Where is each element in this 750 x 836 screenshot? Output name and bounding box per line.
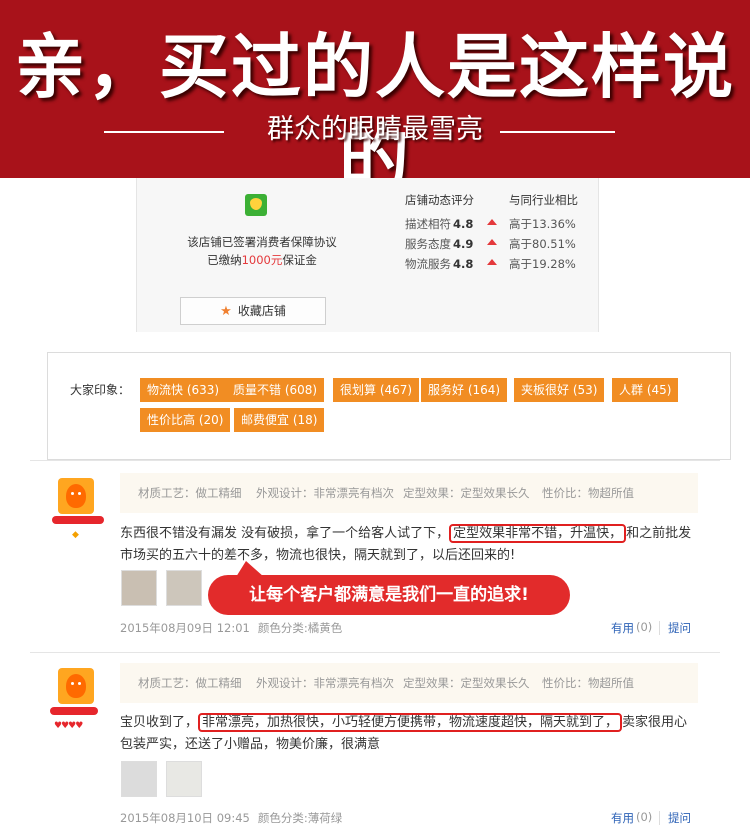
review-text-part: 东西很不错没有漏发 没有破损，拿了一个给客人试了下， bbox=[120, 526, 450, 541]
impression-tag[interactable]: 性价比高 (20) bbox=[140, 408, 231, 432]
up-arrow-icon bbox=[487, 259, 497, 265]
review-photo[interactable] bbox=[166, 761, 202, 797]
impression-tag[interactable]: 邮费便宜 (18) bbox=[234, 408, 325, 432]
level-badge-icon: ♥♥♥♥ bbox=[54, 721, 83, 731]
impression-tag[interactable]: 很划算 (467) bbox=[333, 378, 420, 402]
rating-diff: 高于19.28% bbox=[509, 257, 576, 271]
attr-value: 性价比：物超所值 bbox=[542, 486, 634, 500]
banner-subtitle: 群众的眼睛最雪亮 bbox=[267, 114, 483, 145]
deposit-amount: 1000元 bbox=[241, 253, 283, 267]
favorite-label: 收藏店铺 bbox=[237, 304, 286, 318]
avatar bbox=[58, 478, 94, 514]
favorite-shop-button[interactable]: ★ 收藏店铺 bbox=[180, 297, 326, 325]
attr-effect: 定型效果：定型效果长久 bbox=[403, 676, 530, 690]
impression-tag[interactable]: 夹板很好 (53) bbox=[514, 378, 605, 402]
consumer-protection-icon bbox=[245, 194, 267, 216]
rating-score: 4.9 bbox=[453, 237, 474, 251]
useful-count: (0) bbox=[636, 620, 653, 634]
header-banner: 亲，买过的人是这样说的 群众的眼睛最雪亮 bbox=[0, 0, 750, 198]
star-icon: ★ bbox=[220, 304, 232, 319]
impression-tag[interactable]: 服务好 (164) bbox=[421, 378, 508, 402]
attr-appearance: 外观设计：非常漂亮有档次 bbox=[256, 486, 394, 500]
review-photo[interactable] bbox=[166, 570, 202, 606]
rating-label: 描述相符 bbox=[405, 217, 451, 231]
rating-label: 物流服务 bbox=[405, 257, 451, 271]
impressions-label: 大家印象： bbox=[70, 383, 131, 397]
deposit-prefix: 已缴纳 bbox=[207, 253, 242, 267]
ask-button[interactable]: 提问 bbox=[668, 620, 691, 636]
agreement-text: 该店铺已签署消费者保障协议 bbox=[187, 235, 337, 249]
review-date: 2015年08月10日 09:45 bbox=[120, 811, 250, 825]
useful-button[interactable]: 有用 bbox=[611, 620, 634, 636]
attr-material: 材质工艺：做工精细 bbox=[138, 676, 242, 690]
ask-button[interactable]: 提问 bbox=[668, 810, 691, 826]
review-highlight: 定型效果非常不错，升温快， bbox=[449, 524, 627, 543]
rating-header: 店铺动态评分 bbox=[405, 193, 474, 207]
review-color: 颜色分类:薄荷绿 bbox=[257, 811, 343, 825]
up-arrow-icon bbox=[487, 219, 497, 225]
username-masked bbox=[50, 707, 98, 715]
review-meta: 2015年08月10日 09:45 颜色分类:薄荷绿 bbox=[120, 810, 342, 826]
level-badge-icon: ◆ bbox=[72, 530, 79, 540]
attr-value: 性价比：物超所值 bbox=[542, 676, 634, 690]
rating-score: 4.8 bbox=[453, 217, 474, 231]
rating-diff: 高于80.51% bbox=[509, 237, 576, 251]
deposit-text: 已缴纳1000元保证金 bbox=[137, 252, 387, 268]
banner-divider-right bbox=[500, 131, 615, 133]
avatar bbox=[58, 668, 94, 704]
useful-count: (0) bbox=[636, 810, 653, 824]
review-meta: 2015年08月09日 12:01 颜色分类:橘黄色 bbox=[120, 620, 342, 636]
review-text: 宝贝收到了， 非常漂亮，加热很快，小巧轻便方便携带，物流速度超快，隔天就到了， 卖家… bbox=[120, 712, 700, 756]
review-attributes: 材质工艺：做工精细 外观设计：非常漂亮有档次 定型效果：定型效果长久 性价比：物… bbox=[120, 473, 698, 513]
review-color: 颜色分类:橘黄色 bbox=[257, 621, 343, 635]
rating-row: 描述相符 4.8 高于13.36% bbox=[405, 216, 585, 232]
review-photo[interactable] bbox=[121, 761, 157, 797]
deposit-suffix: 保证金 bbox=[282, 253, 317, 267]
username-masked bbox=[52, 516, 104, 524]
rating-diff: 高于13.36% bbox=[509, 217, 576, 231]
promo-bubble: 让每个客户都满意是我们一直的追求! bbox=[208, 561, 570, 615]
up-arrow-icon bbox=[487, 239, 497, 245]
useful-button[interactable]: 有用 bbox=[611, 810, 634, 826]
review-attributes: 材质工艺：做工精细 外观设计：非常漂亮有档次 定型效果：定型效果长久 性价比：物… bbox=[120, 663, 698, 703]
attr-material: 材质工艺：做工精细 bbox=[138, 486, 242, 500]
divider bbox=[659, 811, 660, 825]
shop-info-panel: 该店铺已签署消费者保障协议 已缴纳1000元保证金 店铺动态评分 与同行业相比 … bbox=[136, 178, 599, 332]
review-highlight: 非常漂亮，加热很快，小巧轻便方便携带，物流速度超快，隔天就到了， bbox=[198, 713, 623, 732]
rating-label: 服务态度 bbox=[405, 237, 451, 251]
divider bbox=[659, 621, 660, 635]
impressions-panel: 大家印象： 物流快 (633) 质量不错 (608) 很划算 (467) 服务好… bbox=[47, 352, 731, 460]
review-photo[interactable] bbox=[121, 570, 157, 606]
impression-tag[interactable]: 物流快 (633) bbox=[140, 378, 227, 402]
compare-header: 与同行业相比 bbox=[509, 193, 578, 207]
review-text-part: 宝贝收到了， bbox=[120, 715, 199, 730]
rating-score: 4.8 bbox=[453, 257, 474, 271]
review-date: 2015年08月09日 12:01 bbox=[120, 621, 250, 635]
impression-tag[interactable]: 质量不错 (608) bbox=[226, 378, 325, 402]
divider bbox=[30, 460, 720, 461]
attr-appearance: 外观设计：非常漂亮有档次 bbox=[256, 676, 394, 690]
rating-row: 物流服务 4.8 高于19.28% bbox=[405, 256, 585, 272]
impression-tag[interactable]: 人群 (45) bbox=[612, 378, 679, 402]
divider bbox=[30, 652, 720, 653]
attr-effect: 定型效果：定型效果长久 bbox=[403, 486, 530, 500]
review-text: 东西很不错没有漏发 没有破损，拿了一个给客人试了下， 定型效果非常不错，升温快，和… bbox=[120, 523, 700, 567]
rating-row: 服务态度 4.9 高于80.51% bbox=[405, 236, 585, 252]
